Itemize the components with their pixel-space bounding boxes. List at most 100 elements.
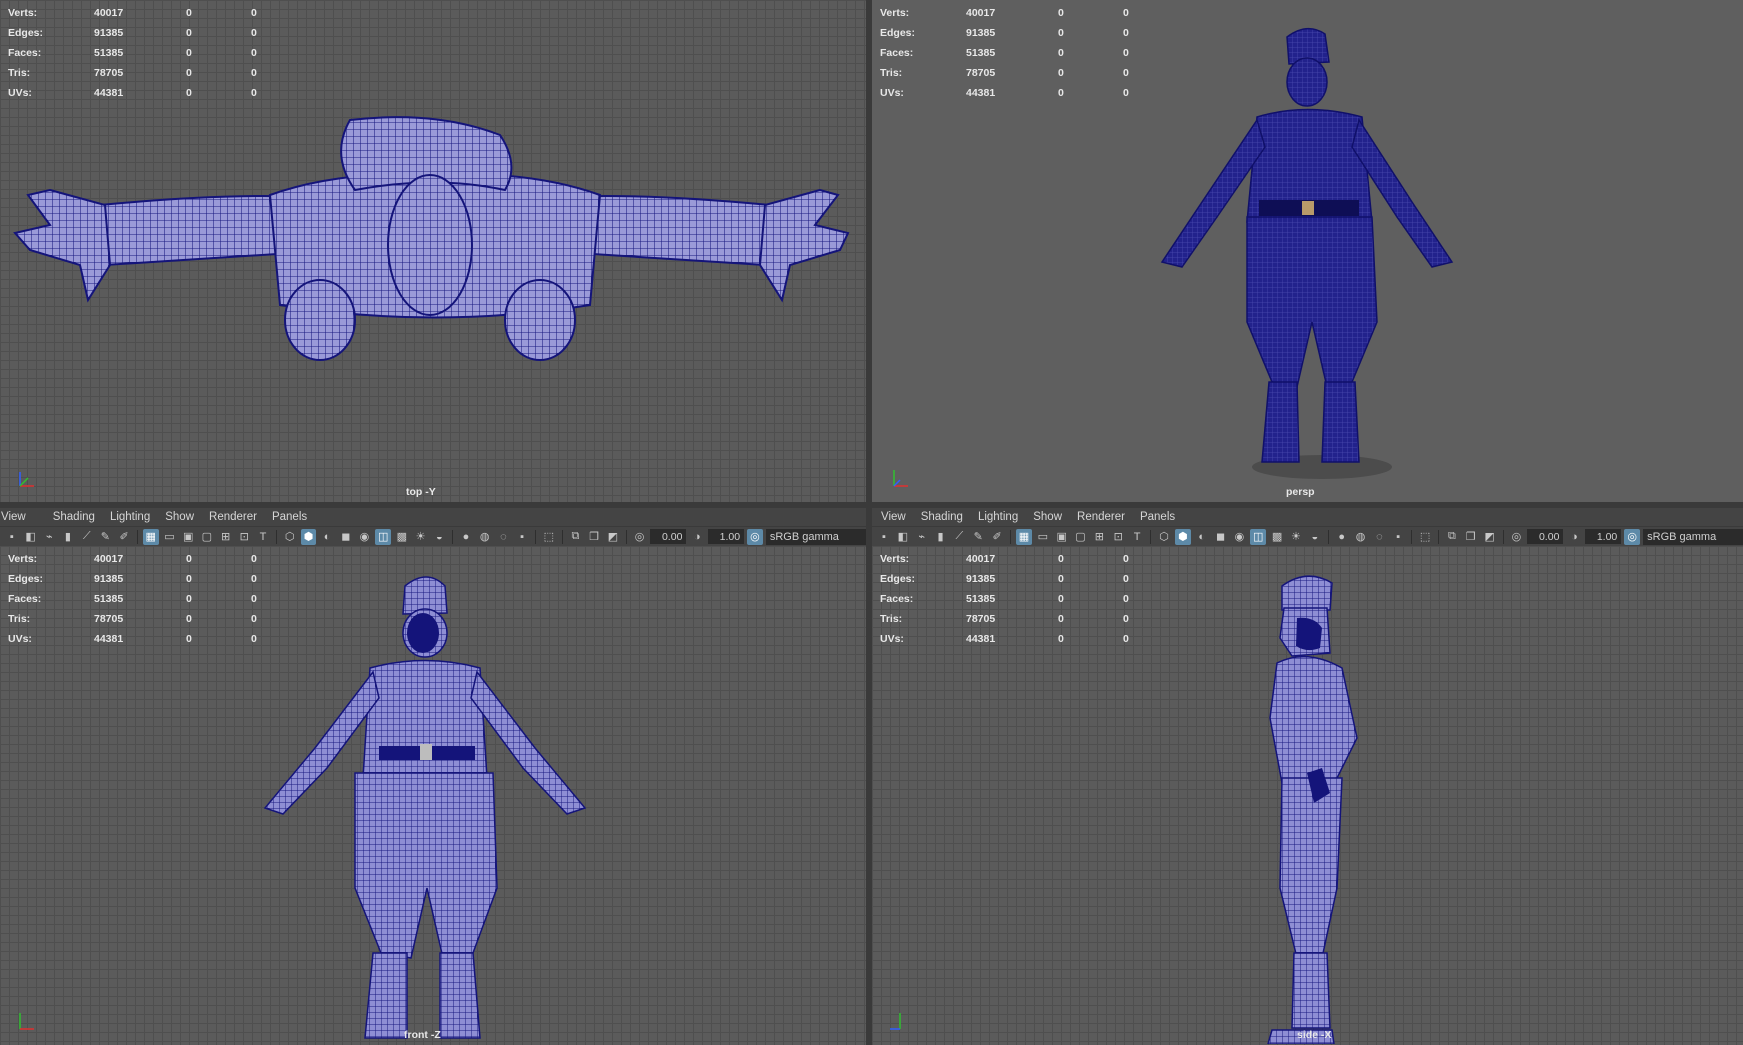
bookmark-icon[interactable]: ▮ bbox=[60, 529, 76, 545]
viewport-panel-side[interactable]: View Shading Lighting Show Renderer Pane… bbox=[872, 508, 1743, 1045]
viewport-top[interactable]: Verts: 40017 0 0 Edges: 91385 0 0 Faces: 51385 0… bbox=[0, 0, 866, 502]
menu-panels[interactable]: Panels bbox=[268, 511, 318, 523]
grease-pencil-icon[interactable]: ✐ bbox=[116, 529, 132, 545]
menu-shading[interactable]: Shading bbox=[37, 511, 106, 523]
select-camera-icon[interactable]: ▪ bbox=[876, 529, 892, 545]
character-mesh-persp[interactable] bbox=[1147, 22, 1467, 492]
view-transform-select[interactable]: sRGB gamma bbox=[765, 528, 866, 545]
default-material-icon[interactable]: ◐ bbox=[1194, 529, 1210, 545]
wireframe-on-shaded-icon[interactable]: ◫ bbox=[375, 528, 392, 545]
xray-icon[interactable]: ▩ bbox=[394, 529, 410, 545]
color-management-icon[interactable]: ◎ bbox=[1624, 528, 1641, 545]
wireframe-icon[interactable]: ⬡ bbox=[1156, 529, 1172, 545]
menu-lighting[interactable]: Lighting bbox=[106, 511, 161, 523]
grease-pencil-icon[interactable]: ✐ bbox=[989, 529, 1005, 545]
two-sided-lighting-icon[interactable]: ◩ bbox=[605, 529, 621, 545]
frame-all-icon[interactable]: ⧉ bbox=[1444, 529, 1460, 545]
image-plane-icon[interactable]: ⟋ bbox=[951, 529, 967, 545]
safe-title-icon[interactable]: T bbox=[255, 529, 271, 545]
frame-selection-icon[interactable]: ❐ bbox=[586, 529, 602, 545]
character-mesh-top[interactable] bbox=[10, 115, 860, 390]
gamma-field[interactable] bbox=[708, 529, 745, 544]
pan-zoom-icon[interactable]: ✎ bbox=[970, 529, 986, 545]
safe-action-icon[interactable]: ⊡ bbox=[236, 529, 252, 545]
xray-joints-icon[interactable]: ◉ bbox=[357, 529, 373, 545]
view-transform-select[interactable]: sRGB gamma bbox=[1643, 528, 1743, 545]
isolate-select-icon[interactable]: ⬚ bbox=[1417, 529, 1433, 545]
exposure-field[interactable] bbox=[1527, 529, 1564, 544]
gamma-icon[interactable]: ◑ bbox=[1566, 529, 1582, 545]
pan-zoom-icon[interactable]: ✎ bbox=[98, 529, 114, 545]
image-plane-icon[interactable]: ⟋ bbox=[79, 529, 95, 545]
menu-view[interactable]: View bbox=[0, 511, 37, 523]
motion-blur-icon[interactable]: ◍ bbox=[1353, 529, 1369, 545]
character-mesh-side[interactable] bbox=[1252, 568, 1372, 1044]
menu-shading[interactable]: Shading bbox=[917, 511, 974, 523]
film-gate-icon[interactable]: ▭ bbox=[1035, 529, 1051, 545]
exposure-icon[interactable]: ◎ bbox=[632, 529, 648, 545]
resolution-gate-icon[interactable]: ▣ bbox=[1054, 529, 1070, 545]
use-all-lights-icon[interactable]: ☀ bbox=[1288, 529, 1304, 545]
viewport-persp[interactable]: Verts: 40017 0 0 Edges: 91385 0 0 Faces: 51385 0… bbox=[872, 0, 1743, 502]
menu-panels[interactable]: Panels bbox=[1136, 511, 1186, 523]
grid-icon[interactable]: ▦ bbox=[142, 528, 159, 545]
character-mesh-front[interactable] bbox=[255, 568, 595, 1044]
wireframe-on-shaded-icon[interactable]: ◫ bbox=[1250, 528, 1267, 545]
exposure-field[interactable] bbox=[650, 529, 687, 544]
menu-renderer[interactable]: Renderer bbox=[205, 511, 268, 523]
field-chart-icon[interactable]: ⊞ bbox=[218, 529, 234, 545]
viewport-panel-top[interactable]: Verts: 40017 0 0 Edges: 91385 0 0 Faces: 51385 0… bbox=[0, 0, 866, 502]
two-sided-lighting-icon[interactable]: ◩ bbox=[1482, 529, 1498, 545]
viewport-front[interactable]: Verts: 40017 0 0 Edges: 91385 0 0 Faces: 51385 0… bbox=[0, 546, 866, 1045]
smooth-shade-icon[interactable]: ⬢ bbox=[300, 528, 317, 545]
wireframe-icon[interactable]: ⬡ bbox=[282, 529, 298, 545]
field-chart-icon[interactable]: ⊞ bbox=[1091, 529, 1107, 545]
bookmarks-icon[interactable]: ⌁ bbox=[914, 529, 930, 545]
depth-of-field-icon[interactable]: ▪ bbox=[514, 529, 530, 545]
menu-show[interactable]: Show bbox=[1029, 511, 1073, 523]
film-gate-icon[interactable]: ▭ bbox=[162, 529, 178, 545]
safe-title-icon[interactable]: T bbox=[1129, 529, 1145, 545]
default-material-icon[interactable]: ◐ bbox=[319, 529, 335, 545]
color-management-icon[interactable]: ◎ bbox=[747, 528, 763, 545]
bookmark-icon[interactable]: ▮ bbox=[933, 529, 949, 545]
shadows-icon[interactable]: ◒ bbox=[1307, 529, 1323, 545]
gate-mask-icon[interactable]: ▢ bbox=[1073, 529, 1089, 545]
bookmarks-icon[interactable]: ⌁ bbox=[41, 529, 57, 545]
gamma-field[interactable] bbox=[1585, 529, 1622, 544]
isolate-select-icon[interactable]: ⬚ bbox=[541, 529, 557, 545]
menu-view[interactable]: View bbox=[872, 511, 917, 523]
anti-aliasing-icon[interactable]: ◌ bbox=[1371, 529, 1387, 545]
xray-icon[interactable]: ▩ bbox=[1269, 529, 1285, 545]
textured-icon[interactable]: ◼ bbox=[338, 529, 354, 545]
frame-all-icon[interactable]: ⧉ bbox=[568, 529, 584, 545]
camera-attributes-icon[interactable]: ◧ bbox=[895, 529, 911, 545]
camera-attributes-icon[interactable]: ◧ bbox=[23, 529, 39, 545]
panel-divider-vertical[interactable] bbox=[866, 0, 872, 1045]
depth-of-field-icon[interactable]: ▪ bbox=[1390, 529, 1406, 545]
use-all-lights-icon[interactable]: ☀ bbox=[413, 529, 429, 545]
anti-aliasing-icon[interactable]: ◌ bbox=[496, 529, 512, 545]
viewport-side[interactable]: Verts: 40017 0 0 Edges: 91385 0 0 Faces: 51385 0… bbox=[872, 546, 1743, 1045]
exposure-icon[interactable]: ◎ bbox=[1509, 529, 1525, 545]
viewport-panel-front[interactable]: View Shading Lighting Show Renderer Pane… bbox=[0, 508, 866, 1045]
menu-show[interactable]: Show bbox=[161, 511, 205, 523]
menu-renderer[interactable]: Renderer bbox=[1073, 511, 1136, 523]
shadows-icon[interactable]: ◒ bbox=[431, 529, 447, 545]
screen-space-ao-icon[interactable]: ● bbox=[458, 529, 474, 545]
grid-icon[interactable]: ▦ bbox=[1016, 528, 1032, 545]
menu-lighting[interactable]: Lighting bbox=[974, 511, 1029, 523]
screen-space-ao-icon[interactable]: ● bbox=[1334, 529, 1350, 545]
resolution-gate-icon[interactable]: ▣ bbox=[180, 529, 196, 545]
gamma-icon[interactable]: ◑ bbox=[689, 529, 705, 545]
select-camera-icon[interactable]: ▪ bbox=[4, 529, 20, 545]
viewport-panel-persp[interactable]: Verts: 40017 0 0 Edges: 91385 0 0 Faces: 51385 0… bbox=[872, 0, 1743, 502]
textured-icon[interactable]: ◼ bbox=[1213, 529, 1229, 545]
motion-blur-icon[interactable]: ◍ bbox=[477, 529, 493, 545]
smooth-shade-icon[interactable]: ⬢ bbox=[1174, 528, 1191, 545]
safe-action-icon[interactable]: ⊡ bbox=[1110, 529, 1126, 545]
gate-mask-icon[interactable]: ▢ bbox=[199, 529, 215, 545]
xray-joints-icon[interactable]: ◉ bbox=[1231, 529, 1247, 545]
frame-selection-icon[interactable]: ❐ bbox=[1463, 529, 1479, 545]
panel-divider-horizontal[interactable] bbox=[0, 502, 1743, 508]
